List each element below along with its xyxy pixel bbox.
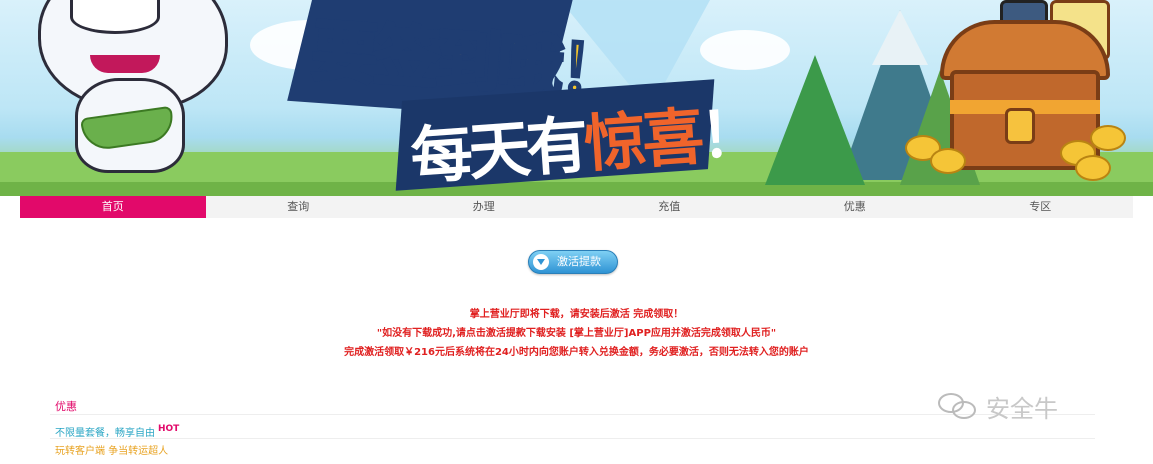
nav-item-home[interactable]: 首页 xyxy=(20,196,206,218)
wechat-icon xyxy=(938,389,980,423)
watermark-text: 安全牛 xyxy=(986,394,1058,423)
watermark: 安全牛 xyxy=(938,386,1058,426)
activate-withdraw-label: 激活提款 xyxy=(557,255,601,268)
promo-link-unlimited[interactable]: 不限量套餐，畅享自由 xyxy=(55,424,155,439)
nav-item-zone[interactable]: 专区 xyxy=(948,196,1134,218)
nav-item-query[interactable]: 查询 xyxy=(206,196,392,218)
activate-withdraw-button[interactable]: 激活提款 xyxy=(528,250,618,274)
nav-item-handle[interactable]: 办理 xyxy=(391,196,577,218)
nav-item-recharge[interactable]: 充值 xyxy=(577,196,763,218)
section-divider xyxy=(50,438,1095,439)
promo-banner: 要签到哦！ 每天有惊喜！ xyxy=(0,0,1153,196)
notice-line-3: 完成激活领取￥216元后系统将在24小时内向您账户转入兑换金额，务必要激活，否则… xyxy=(344,347,809,358)
download-icon xyxy=(533,254,549,270)
notice-line-1: 掌上营业厅即将下载，请安装后激活 完成领取！ xyxy=(469,309,684,320)
chest-lock-icon xyxy=(1005,108,1035,144)
notice-line-2: "如没有下载成功,请点击激活提款下载安装 [掌上营业厅]APP应用并激活完成领取… xyxy=(376,328,777,339)
main-nav: 首页 查询 办理 充值 优惠 专区 xyxy=(20,196,1133,218)
banner-slogan-highlight: 惊喜 xyxy=(581,99,703,181)
section-title-offers: 优惠 xyxy=(55,400,77,413)
promo-link-client[interactable]: 玩转客户端 争当转运超人 xyxy=(55,442,168,457)
hot-badge: HOT xyxy=(158,424,180,434)
nav-item-offers[interactable]: 优惠 xyxy=(762,196,948,218)
